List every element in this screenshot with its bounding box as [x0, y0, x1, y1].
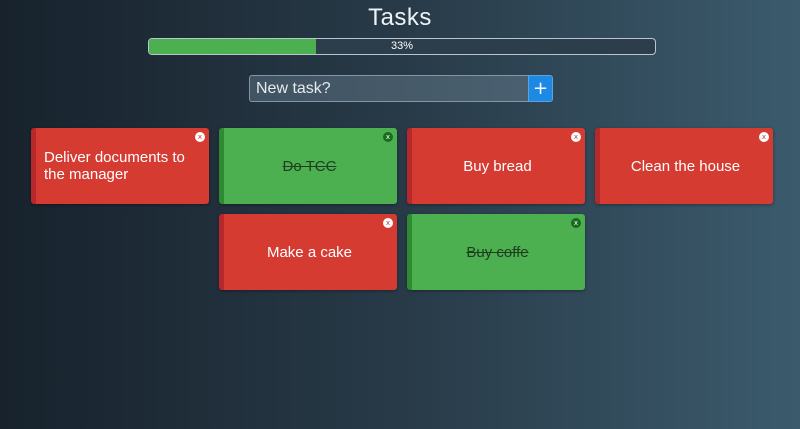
task-card-deliver-documents[interactable]: Deliver documents to the manager x — [31, 128, 209, 204]
close-icon[interactable]: x — [383, 132, 393, 142]
new-task-input[interactable] — [249, 75, 528, 102]
task-card-make-cake[interactable]: Make a cake x — [219, 214, 397, 290]
close-icon[interactable]: x — [571, 218, 581, 228]
task-text: Deliver documents to the manager — [44, 149, 185, 183]
task-text: Buy bread — [463, 157, 532, 175]
task-text: Clean the house — [630, 157, 741, 175]
new-task-form: + — [249, 75, 553, 102]
close-icon[interactable]: x — [383, 218, 393, 228]
task-card-clean-house[interactable]: Clean the house x — [595, 128, 773, 204]
task-card-buy-coffe[interactable]: Buy coffe x — [407, 214, 585, 290]
task-text: Make a cake — [266, 243, 353, 261]
progress-label: 33% — [390, 40, 414, 52]
task-card-buy-bread[interactable]: Buy bread x — [407, 128, 585, 204]
task-card-do-tcc[interactable]: Do TCC x — [219, 128, 397, 204]
progress-bar: 33% — [148, 38, 656, 55]
close-icon[interactable]: x — [195, 132, 205, 142]
close-icon[interactable]: x — [759, 132, 769, 142]
task-text: Do TCC — [282, 157, 337, 175]
close-icon[interactable]: x — [571, 132, 581, 142]
page-title: Tasks — [368, 4, 432, 31]
add-task-button[interactable]: + — [528, 75, 553, 102]
task-text: Buy coffe — [466, 243, 529, 261]
